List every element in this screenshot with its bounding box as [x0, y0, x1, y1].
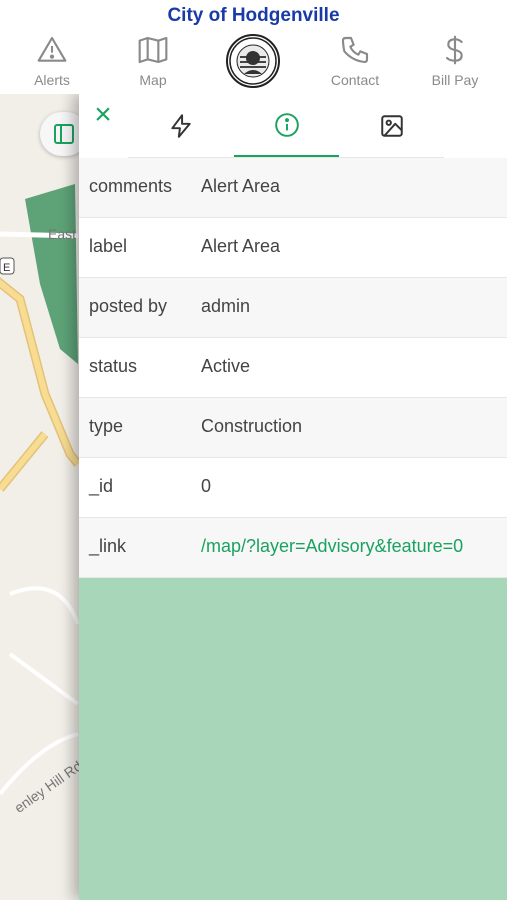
table-row: label Alert Area [79, 218, 507, 278]
app-header: City of Hodgenville Alerts Map Contact B… [0, 0, 507, 94]
nav-alerts-label: Alerts [34, 72, 70, 88]
route-badge-text: E [3, 262, 10, 274]
nav-map-label: Map [139, 72, 167, 88]
nav-contact[interactable]: Contact [315, 34, 395, 90]
tab-info[interactable] [234, 94, 339, 158]
feature-detail-panel: × comments Alert Area label Alert Area p… [79, 94, 507, 900]
feature-link[interactable]: /map/?layer=Advisory&feature=0 [201, 536, 463, 557]
image-icon [380, 115, 403, 137]
nav-bill-pay-label: Bill Pay [431, 72, 479, 88]
row-value: Active [201, 356, 251, 376]
tab-actions[interactable] [128, 94, 233, 158]
panel-toolbar: × [79, 94, 507, 158]
table-row: _link /map/?layer=Advisory&feature=0 [79, 518, 507, 578]
tab-images[interactable] [339, 94, 444, 158]
row-value: admin [201, 296, 251, 316]
phone-icon [341, 36, 369, 64]
row-key: status [89, 356, 138, 376]
row-value: Alert Area [201, 236, 281, 256]
table-row: status Active [79, 338, 507, 398]
table-row: _id 0 [79, 458, 507, 518]
nav-map[interactable]: Map [113, 34, 193, 90]
table-row: comments Alert Area [79, 158, 507, 218]
row-key: posted by [89, 296, 168, 316]
table-row: type Construction [79, 398, 507, 458]
attribute-table: comments Alert Area label Alert Area pos… [79, 158, 507, 578]
row-key: _id [89, 476, 114, 496]
row-key: type [89, 416, 124, 436]
row-value: 0 [201, 476, 212, 496]
info-icon [274, 112, 299, 137]
dollar-icon [445, 35, 463, 65]
alert-triangle-icon [37, 36, 67, 62]
seal-graphic [229, 37, 277, 85]
nav-bill-pay[interactable]: Bill Pay [415, 34, 495, 90]
city-seal-logo[interactable] [226, 34, 280, 88]
row-key: label [89, 236, 128, 256]
nav-alerts[interactable]: Alerts [12, 34, 92, 90]
lightning-icon [170, 114, 191, 138]
row-key: _link [89, 536, 127, 556]
map-label-east: East [48, 226, 76, 242]
map-icon [138, 36, 168, 64]
close-button[interactable]: × [89, 100, 117, 130]
table-row: posted by admin [79, 278, 507, 338]
row-value: Construction [201, 416, 303, 436]
row-value: Alert Area [201, 176, 281, 196]
app-title: City of Hodgenville [167, 5, 340, 26]
row-key: comments [89, 176, 173, 196]
nav-contact-label: Contact [330, 72, 380, 88]
sidebar-icon [54, 124, 74, 144]
